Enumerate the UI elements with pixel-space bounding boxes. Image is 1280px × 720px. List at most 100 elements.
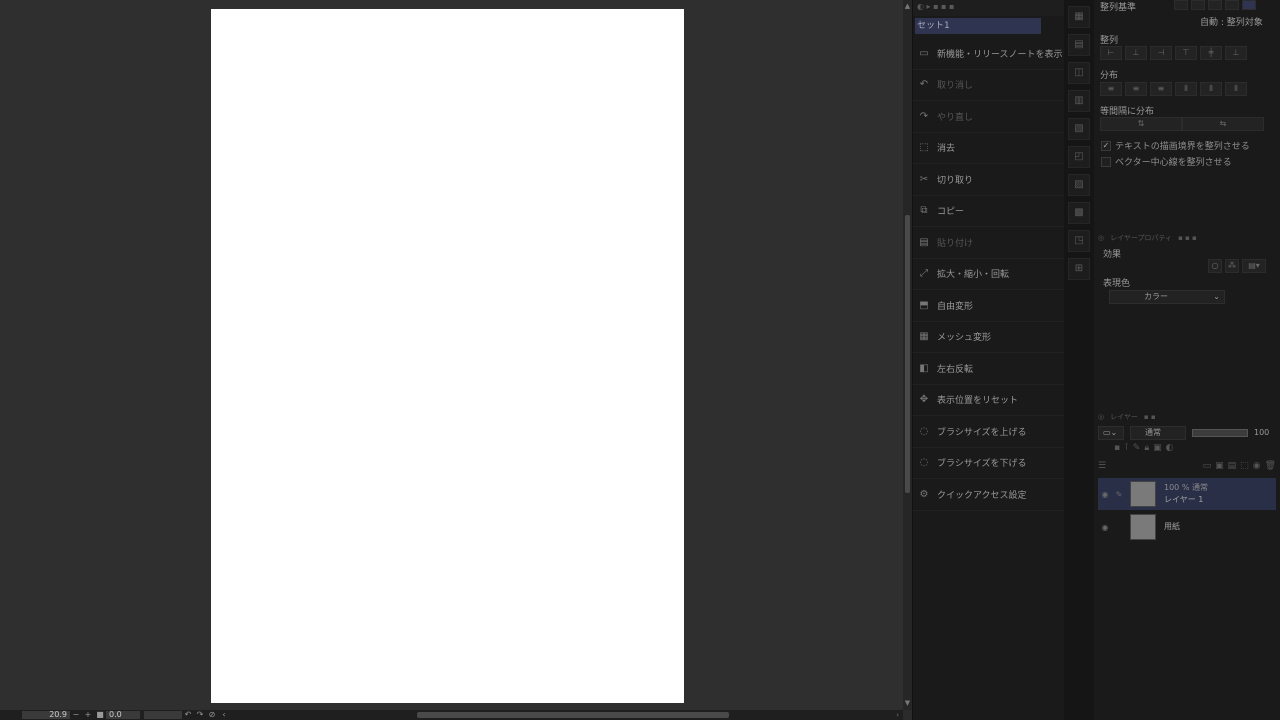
align-bottom-icon[interactable]: ⊥ — [1225, 46, 1247, 60]
distribute-hcenter-icon[interactable]: ⦀ — [1200, 82, 1222, 96]
vector-center-checkbox[interactable]: ベクター中心線を整列させる — [1101, 155, 1232, 168]
reset-rotation-icon[interactable]: ⊘ — [206, 710, 218, 720]
effect-border-icon[interactable]: ○ — [1208, 259, 1222, 273]
panel-icon-7[interactable]: ▨ — [1068, 174, 1090, 196]
distribute-bottom-icon[interactable]: ≡ — [1150, 82, 1172, 96]
settings-icon: ⚙ — [919, 488, 929, 500]
align-vcenter-icon[interactable]: ╪ — [1200, 46, 1222, 60]
new-vector-layer-icon[interactable]: ▣ — [1215, 461, 1224, 471]
align-hcenter-icon[interactable]: ⊥ — [1125, 46, 1147, 60]
scroll-up-icon[interactable]: ▲ — [903, 2, 912, 11]
distribute-top-icon[interactable]: ≡ — [1100, 82, 1122, 96]
align-basis-value[interactable]: 自動 : 整列対象 — [1200, 15, 1263, 28]
panel-icon-8[interactable]: ▩ — [1068, 202, 1090, 224]
basis-icon-2[interactable] — [1191, 0, 1205, 10]
scroll-right-icon[interactable]: › — [896, 710, 899, 720]
panel-icon-6[interactable]: ◰ — [1068, 146, 1090, 168]
quick-access-item[interactable]: ⤢ 拡大・縮小・回転 — [913, 259, 1065, 290]
quick-access-item[interactable]: ⚙ クイックアクセス設定 — [913, 479, 1065, 511]
canvas-vertical-scrollbar[interactable]: ▲ ▼ — [903, 0, 912, 710]
eye-icon[interactable]: ◉ — [1098, 490, 1112, 499]
blend-mode-dropdown[interactable]: 通常 — [1130, 426, 1186, 440]
distribute-right-icon[interactable]: ⦀ — [1225, 82, 1247, 96]
opacity-slider[interactable] — [1192, 429, 1248, 437]
fit-icon[interactable]: ■ — [94, 710, 106, 720]
layer-row[interactable]: ◉ 用紙 — [1098, 511, 1276, 543]
panel-icon-4[interactable]: ▥ — [1068, 90, 1090, 112]
panel-icon-10[interactable]: ⊞ — [1068, 258, 1090, 280]
effect-menu-icon[interactable]: ▤▾ — [1242, 259, 1266, 273]
panel-icon-3[interactable]: ◫ — [1068, 62, 1090, 84]
canvas-area[interactable] — [0, 0, 903, 710]
new-raster-layer-icon[interactable]: ▭ — [1203, 461, 1212, 471]
lock-icon[interactable]: 🔒︎ — [1144, 443, 1149, 453]
reference-icon[interactable]: ⊺ — [1124, 443, 1129, 453]
expression-color-dropdown[interactable]: カラー ⌄ — [1109, 290, 1225, 304]
layer-property-header: ◎ レイヤープロパティ ▪ ▪ ▪ — [1098, 232, 1276, 244]
merge-icon[interactable]: ⬚ — [1240, 461, 1249, 471]
layer-tab[interactable]: レイヤー — [1110, 412, 1138, 422]
new-folder-icon[interactable]: ▤ — [1228, 461, 1237, 471]
quick-access-item[interactable]: ◌ ブラシサイズを下げる — [913, 448, 1065, 479]
effect-tone-icon[interactable]: ⁂ — [1225, 259, 1239, 273]
distribute-left-icon[interactable]: ⦀ — [1175, 82, 1197, 96]
zoom-value[interactable]: 20.9 — [22, 711, 70, 719]
quick-access-item[interactable]: ↷ やり直し — [913, 101, 1065, 133]
quick-access-set-select[interactable]: セット1 — [915, 18, 1041, 34]
draft-icon[interactable]: ✎ — [1133, 443, 1141, 453]
zoom-in-icon[interactable]: + — [82, 710, 94, 720]
panel-icon-9[interactable]: ◳ — [1068, 230, 1090, 252]
rotation-value[interactable]: 0.0 — [106, 711, 140, 719]
quick-access-item[interactable]: ◌ ブラシサイズを上げる — [913, 416, 1065, 448]
panel-icon-5[interactable]: ▧ — [1068, 118, 1090, 140]
align-left-icon[interactable]: ⊢ — [1100, 46, 1122, 60]
mask-add-icon[interactable]: ◉ — [1253, 461, 1261, 471]
quick-access-item[interactable]: ✥ 表示位置をリセット — [913, 385, 1065, 416]
quick-access-item[interactable]: ⬒ 自由変形 — [913, 290, 1065, 322]
layer-property-tab[interactable]: レイヤープロパティ — [1110, 233, 1172, 243]
quick-access-item[interactable]: ↶ 取り消し — [913, 70, 1065, 101]
equal-spacing-horizontal-icon[interactable]: ⇆ — [1182, 117, 1264, 131]
align-right-icon[interactable]: ⊣ — [1150, 46, 1172, 60]
rotate-right-icon[interactable]: ↷ — [194, 710, 206, 720]
quick-access-item[interactable]: ▭ 新機能・リリースノートを表示 — [913, 38, 1065, 70]
align-top-icon[interactable]: ⊤ — [1175, 46, 1197, 60]
quick-access-item[interactable]: ⬚ 消去 — [913, 133, 1065, 164]
rotation-slider[interactable] — [144, 711, 182, 719]
mask-icon[interactable]: ◐ — [1166, 443, 1174, 453]
quick-access-item[interactable]: ▦ メッシュ変形 — [913, 322, 1065, 353]
opacity-value[interactable]: 100 — [1254, 428, 1269, 437]
basis-icon-3[interactable] — [1208, 0, 1222, 10]
lock-alpha-icon[interactable]: ▣ — [1153, 443, 1162, 453]
basis-icon-5[interactable] — [1242, 0, 1256, 10]
zoom-out-icon[interactable]: − — [70, 710, 82, 720]
quick-access-item-label: 切り取り — [937, 175, 974, 186]
rotate-left-icon[interactable]: ↶ — [182, 710, 194, 720]
layer-color-dropdown[interactable]: ▭⌄ — [1098, 426, 1124, 440]
basis-icon-1[interactable] — [1174, 0, 1188, 10]
quick-access-item[interactable]: ▤ 貼り付け — [913, 227, 1065, 259]
quick-access-item[interactable]: ✂ 切り取り — [913, 164, 1065, 196]
clip-icon[interactable]: ▪ — [1114, 443, 1120, 453]
canvas-horizontal-scrollbar[interactable] — [417, 712, 729, 718]
panel-icon-1[interactable]: ▦ — [1068, 6, 1090, 28]
distribute-vcenter-icon[interactable]: ≡ — [1125, 82, 1147, 96]
panel-icon-2[interactable]: ▤ — [1068, 34, 1090, 56]
align-label: 整列 — [1100, 36, 1119, 46]
scroll-left-icon[interactable]: ‹ — [218, 710, 230, 720]
basis-icon-4[interactable] — [1225, 0, 1239, 10]
layer-property-icon: ◎ — [1098, 234, 1105, 242]
quick-access-item[interactable]: ◧ 左右反転 — [913, 353, 1065, 385]
paper-canvas[interactable] — [211, 9, 684, 703]
checkmark-icon[interactable]: ✓ — [1101, 140, 1111, 151]
delete-layer-icon[interactable]: 🗑︎ — [1265, 461, 1276, 471]
equal-spacing-vertical-icon[interactable]: ⇅ — [1100, 117, 1182, 131]
scrollbar-thumb[interactable] — [905, 215, 910, 493]
quick-access-item[interactable]: ⧉ コピー — [913, 196, 1065, 227]
eye-icon[interactable]: ◉ — [1098, 523, 1112, 532]
vector-center-box[interactable] — [1101, 156, 1111, 167]
layer-row[interactable]: ◉ ✎ 100 % 通常 レイヤー 1 — [1098, 478, 1276, 510]
layer-menu-icon[interactable]: ☰ — [1098, 461, 1106, 471]
scroll-down-icon[interactable]: ▼ — [903, 699, 912, 708]
text-bounds-checkbox[interactable]: ✓ テキストの描画境界を整列させる — [1101, 139, 1250, 152]
